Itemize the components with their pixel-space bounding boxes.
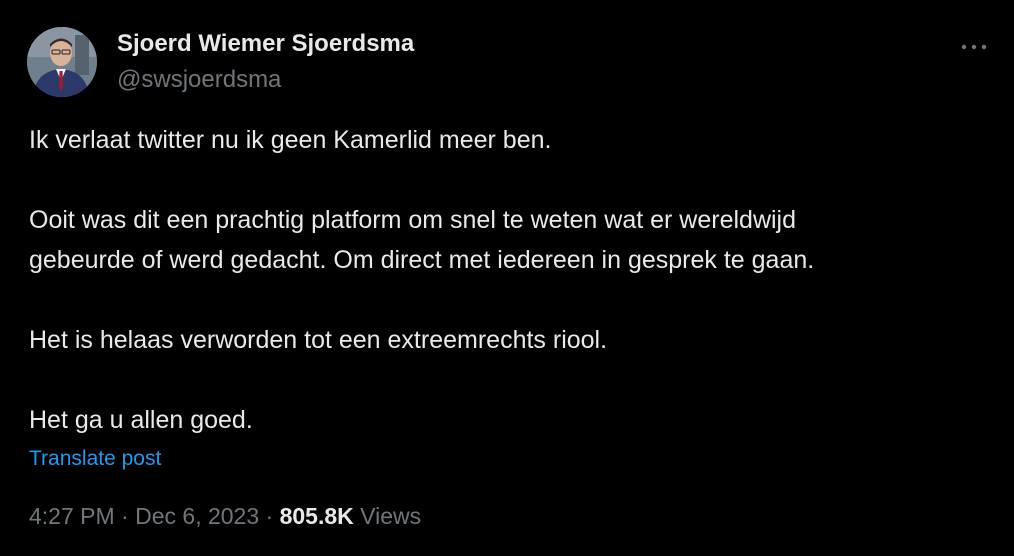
tweet-line: Het is helaas verworden tot een extreemr… [29, 326, 608, 354]
translate-post-link[interactable]: Translate post [29, 447, 161, 471]
tweet-line: Het ga u allen goed. [29, 406, 253, 434]
post-time[interactable]: 4:27 PM [29, 503, 115, 529]
post-date[interactable]: Dec 6, 2023 [135, 503, 259, 529]
tweet-text: Ik verlaat twitter nu ik geen Kamerlid m… [29, 120, 989, 440]
tweet-line: gebeurde of werd gedacht. Om direct met … [29, 246, 815, 274]
more-options-button[interactable] [955, 32, 995, 62]
author-handle[interactable]: @swsjoerdsma [117, 66, 281, 94]
views-label[interactable]: Views [360, 503, 421, 529]
profile-photo-icon [27, 27, 97, 97]
views-count[interactable]: 805.8K [280, 503, 354, 529]
avatar[interactable] [27, 27, 97, 97]
tweet-meta: 4:27 PM · Dec 6, 2023 · 805.8K Views [29, 503, 421, 530]
meta-separator: · [121, 503, 129, 529]
tweet: Sjoerd Wiemer Sjoerdsma @swsjoerdsma Ik … [0, 0, 1014, 556]
more-dots-icon [961, 44, 987, 50]
tweet-line: Ik verlaat twitter nu ik geen Kamerlid m… [29, 126, 552, 154]
tweet-line: Ooit was dit een prachtig platform om sn… [29, 206, 797, 234]
meta-separator: · [265, 503, 274, 529]
author-name[interactable]: Sjoerd Wiemer Sjoerdsma [117, 30, 414, 58]
